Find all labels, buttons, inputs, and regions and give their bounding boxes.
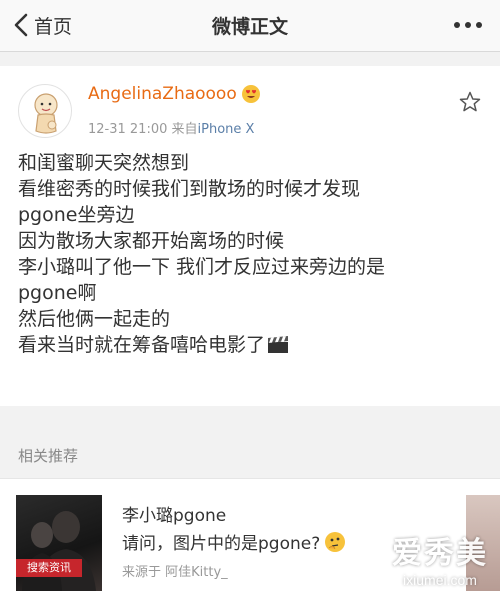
post-line: pgone坐旁边: [18, 204, 135, 226]
post-line: pgone啊: [18, 282, 97, 304]
weibo-post: AngelinaZhaoooo 12-31 21:00 来自iPhone X 和…: [0, 66, 500, 406]
post-device-link[interactable]: iPhone X: [198, 122, 255, 137]
post-line: 和闺蜜聊天突然想到: [18, 152, 190, 174]
more-dot-icon: [454, 22, 460, 28]
heart-eyes-emoji-icon: [241, 85, 260, 103]
post-line: 李小璐叫了他一下 我们才反应过来旁边的是: [18, 256, 386, 278]
post-timestamp: 12-31 21:00: [88, 122, 168, 137]
source-prefix: 来自: [171, 122, 198, 137]
username-text: AngelinaZhaoooo: [88, 84, 237, 104]
post-author[interactable]: AngelinaZhaoooo: [88, 84, 261, 104]
post-line: 然后他俩一起走的: [18, 308, 171, 330]
related-subtitle-text: 请问，图片中的是pgone?: [122, 534, 321, 554]
top-navigation-bar: 首页 微博正文: [0, 0, 500, 52]
related-thumbnail[interactable]: 搜索资讯: [16, 495, 102, 591]
post-line: 看维密秀的时候我们到散场的时候才发现: [18, 178, 361, 200]
post-line-last: 看来当时就在筹备嘻哈电影了: [18, 332, 488, 358]
post-meta: 12-31 21:00 来自iPhone X: [88, 118, 254, 137]
post-body: 和闺蜜聊天突然想到 看维密秀的时候我们到散场的时候才发现 pgone坐旁边 因为…: [18, 150, 488, 358]
baby-cartoon-icon: [34, 93, 58, 134]
post-line-text: 看来当时就在筹备嘻哈电影了: [18, 334, 266, 356]
page-title: 微博正文: [211, 16, 288, 38]
watermark-brand: 爱秀美: [392, 536, 488, 571]
thumbnail-badge: 搜索资讯: [16, 559, 82, 577]
more-dot-icon: [476, 22, 482, 28]
clapperboard-emoji-icon: [268, 336, 289, 353]
thinking-face-emoji-icon: [325, 532, 346, 552]
related-item-source: 来源于 阿佳Kitty_: [122, 565, 228, 580]
more-options-button[interactable]: [454, 14, 482, 36]
more-dot-icon: [465, 22, 471, 28]
user-avatar[interactable]: [18, 84, 72, 138]
favorite-star-icon[interactable]: [458, 90, 482, 114]
site-watermark-logo: 爱秀美 ixiumei.com: [392, 528, 488, 588]
related-item-title: 李小璐pgone: [122, 506, 227, 526]
related-item-subtitle: 请问，图片中的是pgone?: [122, 529, 346, 554]
post-line: 因为散场大家都开始离场的时候: [18, 230, 285, 252]
watermark-domain: ixiumei.com: [403, 572, 477, 588]
related-section-title: 相关推荐: [18, 447, 79, 465]
